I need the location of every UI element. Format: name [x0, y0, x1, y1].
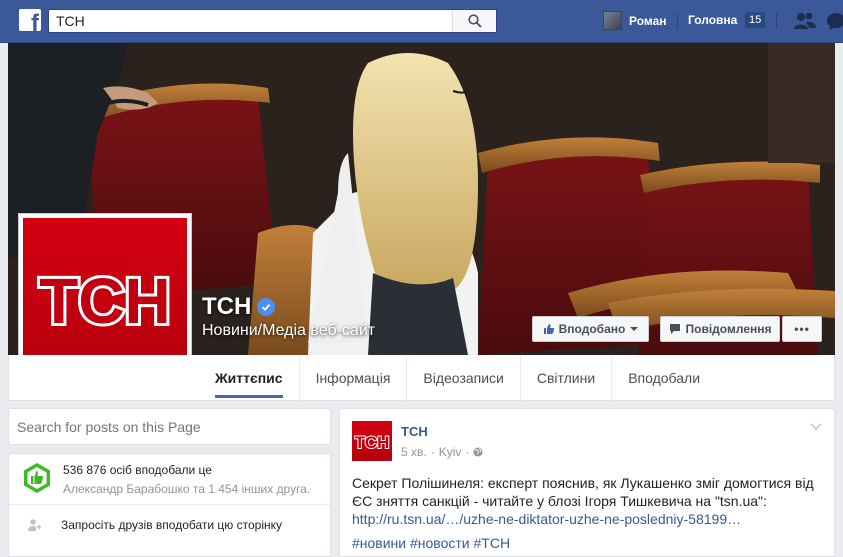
post-hashtags[interactable]: #новини #новости #ТСН: [352, 534, 510, 552]
post-body: Секрет Полішинеля: експерт пояснив, як Л…: [352, 475, 814, 509]
likes-count[interactable]: 536 876 осіб вподобали це: [63, 463, 310, 477]
likes-text: 536 876 осіб вподобали це Александр Бара…: [63, 463, 310, 496]
liked-button[interactable]: Вподобано: [532, 316, 649, 342]
invite-label: Запросіть друзів вподобати цю сторінку: [61, 518, 283, 532]
svg-text:ТСН: ТСН: [355, 433, 390, 451]
avatar: [603, 11, 622, 30]
post-avatar-logo: ТСН: [354, 432, 390, 451]
page-category[interactable]: Новини/Медіа веб-сайт: [202, 322, 375, 340]
search-button[interactable]: [452, 10, 496, 32]
svg-text:ТСН: ТСН: [39, 265, 171, 335]
tab-about[interactable]: Інформація: [300, 355, 408, 401]
meta-separator: ·: [465, 445, 470, 459]
page-tabs-bar: Життєпис Інформація Відеозаписи Світлини…: [8, 355, 835, 401]
post-author-name[interactable]: ТСН: [401, 424, 428, 439]
search-input[interactable]: [49, 10, 449, 32]
message-icon: [669, 324, 680, 334]
likes-box: 536 876 осіб вподобали це Александр Бара…: [8, 453, 331, 557]
friend-requests-icon[interactable]: [793, 11, 817, 31]
chevron-down-icon: [630, 327, 639, 331]
post-link[interactable]: http://ru.tsn.ua/…/uzhe-ne-diktator-uzhe…: [352, 511, 741, 527]
tab-videos[interactable]: Відеозаписи: [407, 355, 521, 401]
user-name: Роман: [629, 13, 667, 28]
liked-label: Вподобано: [558, 322, 626, 336]
tab-photos[interactable]: Світлини: [521, 355, 613, 401]
post-meta: 5 хв. · Kyiv ·: [401, 445, 483, 459]
tab-timeline[interactable]: Життєпис: [199, 355, 300, 401]
page-search-input[interactable]: [17, 418, 297, 435]
post-time[interactable]: 5 хв.: [401, 445, 427, 459]
post-location[interactable]: Kyiv: [439, 445, 462, 459]
likes-summary: 536 876 осіб вподобали це Александр Бара…: [21, 462, 310, 496]
message-label: Повідомлення: [685, 322, 772, 336]
facebook-logo-icon[interactable]: f: [19, 9, 41, 31]
globe-icon: [473, 447, 483, 457]
chevron-down-icon[interactable]: [810, 423, 822, 431]
search-box: [48, 9, 497, 33]
post-author-avatar[interactable]: ТСН: [352, 421, 392, 461]
profile-link[interactable]: Роман: [603, 11, 667, 30]
home-link[interactable]: Головна: [688, 13, 737, 27]
divider: [776, 13, 777, 29]
message-button[interactable]: Повідомлення: [660, 316, 780, 342]
invite-icon: [28, 519, 41, 531]
divider: [677, 13, 678, 29]
invite-friends-link[interactable]: Запросіть друзів вподобати цю сторінку: [27, 518, 282, 532]
meta-separator: ·: [430, 445, 435, 459]
page-post-search: [8, 408, 331, 445]
page-name-text: ТСН: [202, 293, 252, 320]
like-icon: [543, 324, 554, 334]
feed-post: ТСН ТСН 5 хв. · Kyiv · Секрет Полішинеля…: [339, 408, 835, 557]
top-navigation-bar: f Роман Головна 15: [0, 0, 843, 43]
messages-icon[interactable]: [826, 11, 843, 31]
more-label: •••: [794, 322, 810, 336]
home-count-badge: 15: [745, 12, 766, 28]
likes-badge-icon: [24, 463, 50, 493]
page-tabs: Життєпис Інформація Відеозаписи Світлини…: [199, 355, 716, 401]
search-icon: [467, 14, 482, 28]
page-name[interactable]: ТСН: [202, 293, 276, 321]
post-text: Секрет Полішинеля: експерт пояснив, як Л…: [352, 474, 826, 552]
tsn-logo-image: ТСН: [36, 265, 174, 335]
divider: [9, 504, 330, 505]
more-button[interactable]: •••: [782, 316, 822, 342]
tab-likes[interactable]: Вподобали: [612, 355, 716, 401]
likes-friends[interactable]: Александр Барабошко та 1 454 інших друга…: [63, 482, 310, 496]
verified-icon: [257, 298, 276, 316]
